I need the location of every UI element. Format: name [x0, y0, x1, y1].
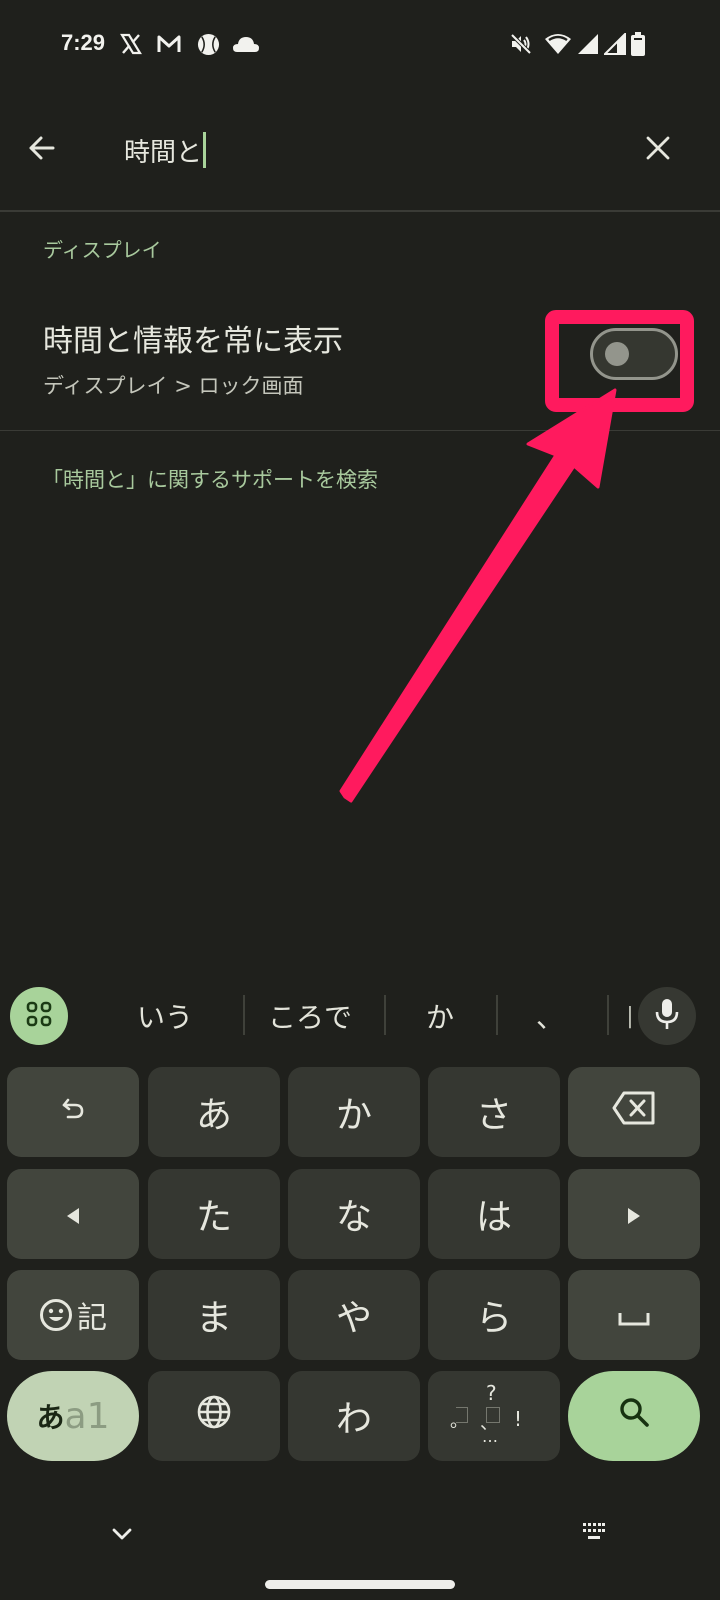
candidate-item[interactable]: ころで — [250, 995, 370, 1037]
search-result-item[interactable]: 時間と情報を常に表示 ディスプレイ > ロック画面 — [0, 296, 720, 430]
candidate-separator — [243, 995, 245, 1035]
keyboard-apps-button[interactable] — [10, 987, 68, 1045]
language-key[interactable] — [148, 1371, 280, 1461]
cursor-right-key[interactable] — [568, 1169, 700, 1259]
grid-icon — [25, 1000, 53, 1032]
candidate-separator — [607, 995, 609, 1035]
punct-placeholder-box — [486, 1407, 500, 1423]
candidate-separator — [496, 995, 498, 1035]
battery-icon — [630, 32, 646, 56]
signal-full-icon — [576, 32, 600, 56]
mode-kana-label: あ — [36, 1401, 65, 1434]
arrow-left-icon — [27, 133, 57, 167]
undo-icon — [58, 1092, 88, 1133]
search-support-link[interactable]: 「時間と」に関するサポートを検索 — [42, 464, 378, 494]
hide-keyboard-button[interactable] — [104, 1520, 140, 1550]
cursor-left-icon — [65, 1194, 81, 1235]
microphone-icon — [655, 998, 679, 1034]
divider — [0, 430, 720, 431]
status-bar: 7:29 — [0, 0, 720, 90]
key-na[interactable]: な — [288, 1169, 420, 1259]
candidate-item[interactable]: か — [390, 995, 490, 1037]
chevron-down-icon — [111, 1526, 133, 1545]
cloud-icon — [232, 32, 260, 56]
mode-alpha-label: a1 — [64, 1395, 110, 1437]
backspace-key[interactable] — [568, 1067, 700, 1157]
annotation-arrow — [339, 388, 617, 803]
result-breadcrumb: ディスプレイ > ロック画面 — [43, 374, 304, 398]
home-gesture-handle[interactable] — [265, 1580, 455, 1589]
key-a[interactable]: あ — [148, 1067, 280, 1157]
back-button[interactable] — [20, 128, 64, 172]
punct-exclamation: ! — [514, 1407, 523, 1431]
baseball-icon — [195, 32, 221, 56]
close-icon — [645, 135, 671, 165]
candidate-separator — [384, 995, 386, 1035]
key-ha[interactable]: は — [428, 1169, 560, 1259]
candidate-item[interactable]: いう — [110, 995, 220, 1037]
candidate-item[interactable]: 、 — [500, 995, 600, 1037]
punct-ellipsis: … — [482, 1427, 498, 1446]
key-ra[interactable]: ら — [428, 1270, 560, 1360]
key-wa[interactable]: わ — [288, 1371, 420, 1461]
search-icon — [618, 1396, 650, 1437]
punct-placeholder-box — [456, 1407, 468, 1423]
switch-keyboard-button[interactable] — [578, 1518, 610, 1550]
signal-partial-icon — [603, 32, 627, 56]
key-ya[interactable]: や — [288, 1270, 420, 1360]
punctuation-key[interactable]: ? 。 、 ! … — [428, 1371, 560, 1461]
key-sa[interactable]: さ — [428, 1067, 560, 1157]
key-ma[interactable]: ま — [148, 1270, 280, 1360]
undo-key[interactable] — [7, 1067, 139, 1157]
space-key[interactable] — [568, 1270, 700, 1360]
always-on-display-toggle[interactable] — [590, 328, 678, 380]
candidate-bar: いう ころで か 、 | — [0, 985, 720, 1047]
clear-search-button[interactable] — [636, 128, 680, 172]
cursor-left-key[interactable] — [7, 1169, 139, 1259]
result-title: 時間と情報を常に表示 — [43, 324, 343, 359]
search-bar: 時間と — [0, 100, 720, 210]
punct-question: ? — [486, 1381, 497, 1405]
emoji-icon — [39, 1298, 73, 1332]
section-label: ディスプレイ — [43, 238, 162, 262]
mute-icon — [508, 32, 534, 56]
emoji-symbol-key[interactable]: 記 — [7, 1270, 139, 1360]
input-mode-key[interactable]: あ a1 — [7, 1371, 139, 1461]
cursor-right-icon — [626, 1194, 642, 1235]
divider — [0, 210, 720, 212]
navigation-bar — [0, 1500, 720, 1600]
key-ka[interactable]: か — [288, 1067, 420, 1157]
globe-icon — [196, 1394, 232, 1439]
space-icon — [618, 1295, 650, 1336]
status-time: 7:29 — [61, 30, 106, 55]
text-caret — [203, 132, 207, 168]
symbol-label: 記 — [77, 1301, 107, 1336]
wifi-icon — [544, 32, 572, 56]
search-enter-key[interactable] — [568, 1371, 700, 1461]
candidate-item[interactable]: | — [620, 995, 640, 1037]
mail-m-icon — [156, 32, 182, 56]
toggle-thumb — [605, 342, 629, 366]
keyboard-icon — [583, 1523, 605, 1545]
search-input[interactable]: 時間と — [124, 124, 207, 176]
voice-input-button[interactable] — [638, 987, 696, 1045]
backspace-icon — [611, 1090, 657, 1135]
key-ta[interactable]: た — [148, 1169, 280, 1259]
x-icon — [118, 32, 144, 56]
search-query-text: 時間と — [124, 137, 203, 168]
